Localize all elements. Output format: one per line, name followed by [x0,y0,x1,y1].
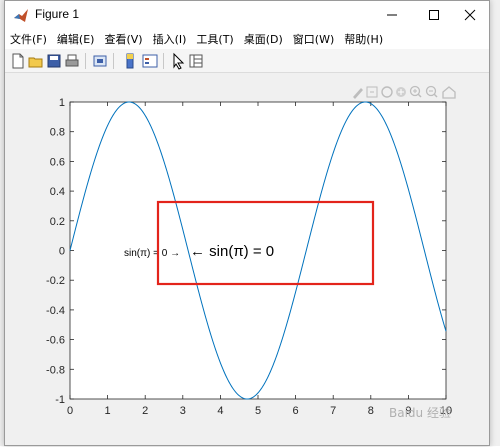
y-tick-label: -0.4 [46,305,65,317]
y-tick-label: -0.8 [46,364,65,376]
y-tick-label: 0.6 [50,156,65,168]
annotation-small[interactable]: sin(π) = 0 → [124,248,180,259]
x-tick-label: 2 [142,405,148,417]
y-tick-label: 0.8 [50,127,65,139]
y-tick-label: 0.4 [50,186,65,198]
y-tick-label: 0.2 [50,216,65,228]
y-tick-label: -1 [55,394,65,406]
y-tick-label: 1 [59,97,65,109]
y-tick-labels: 1 0.8 0.6 0.4 0.2 0 -0.2 -0.4 -0.6 -0.8 -1 [46,97,65,406]
y-tick-label: -0.2 [46,275,65,287]
watermark-text: Baidu 经验 [389,405,451,420]
figure-window: Figure 1 文件(F) 编辑(E) 查看(V) 插入(I) 工具(T) 桌… [4,0,490,446]
x-tick-label: 7 [330,405,336,417]
x-tick-label: 0 [67,405,73,417]
x-tick-label: 5 [255,405,261,417]
plot-svg: 0 1 2 3 4 5 6 7 8 9 10 10.80.60.40.20-0.2-0.4-0.6-… [46,97,452,420]
annotation-large[interactable]: ← sin(π) = 0 [190,243,274,260]
x-tick-label: 3 [180,405,186,417]
x-tick-label: 8 [368,405,374,417]
desktop-background-right [490,0,500,446]
x-tick-label: 6 [293,405,299,417]
y-tick-label: 0 [59,246,65,258]
y-tick-label: -0.6 [46,335,65,347]
x-tick-label: 4 [217,405,223,417]
x-tick-label: 1 [105,405,111,417]
